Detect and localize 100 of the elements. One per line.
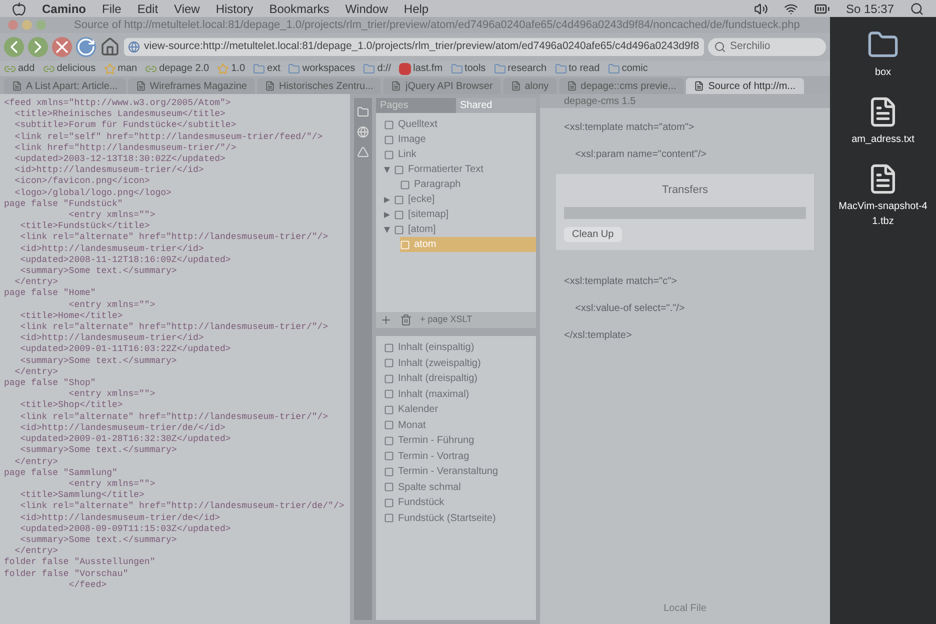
panel-tab[interactable]: Pages (376, 98, 456, 113)
template-item[interactable]: Inhalt (einspaltig) (384, 340, 536, 356)
menu-item[interactable]: File (102, 0, 122, 18)
tree-item[interactable]: [sitemap] (384, 207, 536, 222)
source-line: <title>Fundstück</title> (19, 221, 151, 232)
tree-item[interactable]: Paragraph (400, 177, 536, 192)
source-line: <link rel="alternate" href="http://landesmuseum-trier/"/> (19, 322, 330, 334)
bookmark[interactable]: 1.0 (217, 61, 246, 76)
tree-item[interactable]: [ecke] (384, 192, 536, 207)
bookmark[interactable]: workspaces (288, 61, 356, 76)
source-line: <id>http://landesmuseum-trier/</id> (14, 165, 205, 176)
bookmark[interactable]: depage 2.0 (145, 61, 210, 76)
template-item[interactable]: Fundstück (384, 495, 536, 510)
node-icon (394, 210, 404, 220)
bookmark[interactable]: delicious (42, 61, 96, 76)
address-field[interactable]: view-source:http://metultelet.local:81/depage_1.0/projects/rlm_trier/preview/atom/ed7496a0240afe65/c4d496a0243d9f8 (124, 38, 704, 56)
disclosure-icon[interactable] (384, 166, 390, 172)
template-item[interactable]: Termin - Vortrag (384, 448, 536, 464)
forward-icon[interactable] (28, 37, 48, 57)
bookmark[interactable]: tools (450, 61, 486, 76)
template-item[interactable]: Termin - Führung (384, 433, 536, 448)
bookmark[interactable]: man (104, 61, 138, 76)
disclosure-icon[interactable] (384, 226, 390, 232)
template-item[interactable]: Inhalt (maximal) (384, 386, 536, 402)
source-line: <entry xmlns=""> (68, 389, 156, 400)
desktop-icon-label[interactable]: am_adress.txt (835, 132, 931, 147)
tree-item[interactable]: [atom] (384, 222, 536, 237)
browser-tab[interactable]: Source of http://m... (686, 78, 804, 94)
template-item[interactable]: Fundstück (Startseite) (384, 510, 536, 526)
clean-up-button[interactable]: Clean Up (564, 226, 622, 242)
site-icon (399, 62, 412, 74)
volume-icon[interactable] (754, 2, 768, 16)
browser-tab[interactable]: jQuery API Browser (383, 78, 501, 94)
menu-item[interactable]: Camino (42, 0, 86, 18)
source-line: page false "Shop" (4, 378, 97, 390)
menu-item[interactable]: Bookmarks (269, 0, 330, 18)
page-icon (391, 81, 402, 91)
triangle-icon[interactable] (357, 146, 369, 158)
template-icon (384, 451, 394, 462)
template-item[interactable]: Inhalt (zweispaltig) (384, 356, 536, 371)
tree-item[interactable]: Quelltext (384, 117, 536, 132)
panel-tab[interactable]: Shared (456, 98, 536, 113)
tree-item[interactable]: atom (400, 237, 536, 252)
source-line: folder false "Ausstellungen" (4, 557, 156, 569)
stop-icon[interactable] (52, 37, 72, 57)
bookmark[interactable]: last.fm (399, 61, 443, 76)
source-line: </feed> (68, 580, 108, 591)
source-line: <updated>2003-12-13T18:30:02Z</updated> (14, 154, 226, 166)
home-icon[interactable] (100, 37, 120, 57)
globe-icon[interactable] (357, 126, 369, 138)
node-icon (384, 134, 394, 144)
template-icon (384, 482, 394, 492)
add-icon[interactable] (380, 314, 392, 326)
menu-clock[interactable]: So 15:37 (846, 0, 894, 18)
bookmark[interactable]: to read (554, 61, 600, 76)
bookmark[interactable]: comic (608, 61, 648, 76)
template-icon (384, 358, 394, 368)
search-field[interactable]: Serchilio (708, 38, 826, 56)
node-icon (384, 120, 394, 130)
source-line: <updated>2008-09-09T11:15:03Z</updated> (19, 524, 232, 535)
wifi-icon[interactable] (784, 2, 798, 16)
desktop-icon-label[interactable]: box (835, 65, 931, 80)
template-icon (384, 374, 394, 384)
disclosure-icon[interactable] (384, 212, 390, 218)
tree-item[interactable]: Link (384, 147, 536, 162)
disclosure-icon[interactable] (384, 196, 390, 202)
bookmark[interactable]: ext (253, 61, 280, 76)
template-icon (384, 498, 394, 508)
source-line: <id>http://landesmuseum-trier</id> (19, 244, 205, 255)
back-icon[interactable] (4, 37, 24, 57)
tree-item[interactable]: Formatierter Text (384, 162, 536, 177)
menu-item[interactable]: History (216, 0, 254, 18)
tree-item[interactable]: Image (384, 132, 536, 147)
browser-tab[interactable]: depage::cms previe... (558, 78, 684, 94)
template-item[interactable]: Kalender (384, 402, 536, 418)
trash-icon[interactable] (400, 314, 412, 326)
template-item[interactable]: Monat (384, 418, 536, 433)
menu-item[interactable]: View (174, 0, 200, 18)
source-line: <summary>Some text.</summary> (19, 445, 178, 456)
bookmark[interactable]: research (494, 61, 547, 76)
source-line: </entry> (14, 456, 60, 468)
browser-tab[interactable]: alony (502, 78, 557, 94)
template-item[interactable]: Termin - Veranstaltung (384, 464, 536, 480)
menu-item[interactable]: Window (345, 0, 388, 18)
template-item[interactable]: Inhalt (dreispaltig) (384, 371, 536, 386)
dialog-title: Transfers (662, 183, 708, 198)
browser-tab[interactable]: A List Apart: Article... (4, 78, 126, 94)
status-text: Local File (664, 602, 706, 616)
reload-icon[interactable] (76, 37, 96, 57)
bookmark[interactable]: add (4, 61, 35, 76)
apple-icon[interactable] (12, 2, 26, 16)
menu-item[interactable]: Help (404, 0, 429, 18)
browser-tab[interactable]: Wireframes Magazine (128, 78, 255, 94)
source-line: <updated>2008-11-12T18:16:09Z</updated> (19, 254, 232, 266)
browser-tab[interactable]: Historisches Zentru... (256, 78, 382, 94)
menu-item[interactable]: Edit (137, 0, 158, 18)
desktop-icon-label[interactable]: MacVim-snapshot-41.tbz (835, 199, 931, 229)
template-item[interactable]: Spalte schmal (384, 480, 536, 495)
bookmark[interactable]: d:// (363, 61, 392, 76)
search-icon[interactable] (910, 2, 924, 16)
